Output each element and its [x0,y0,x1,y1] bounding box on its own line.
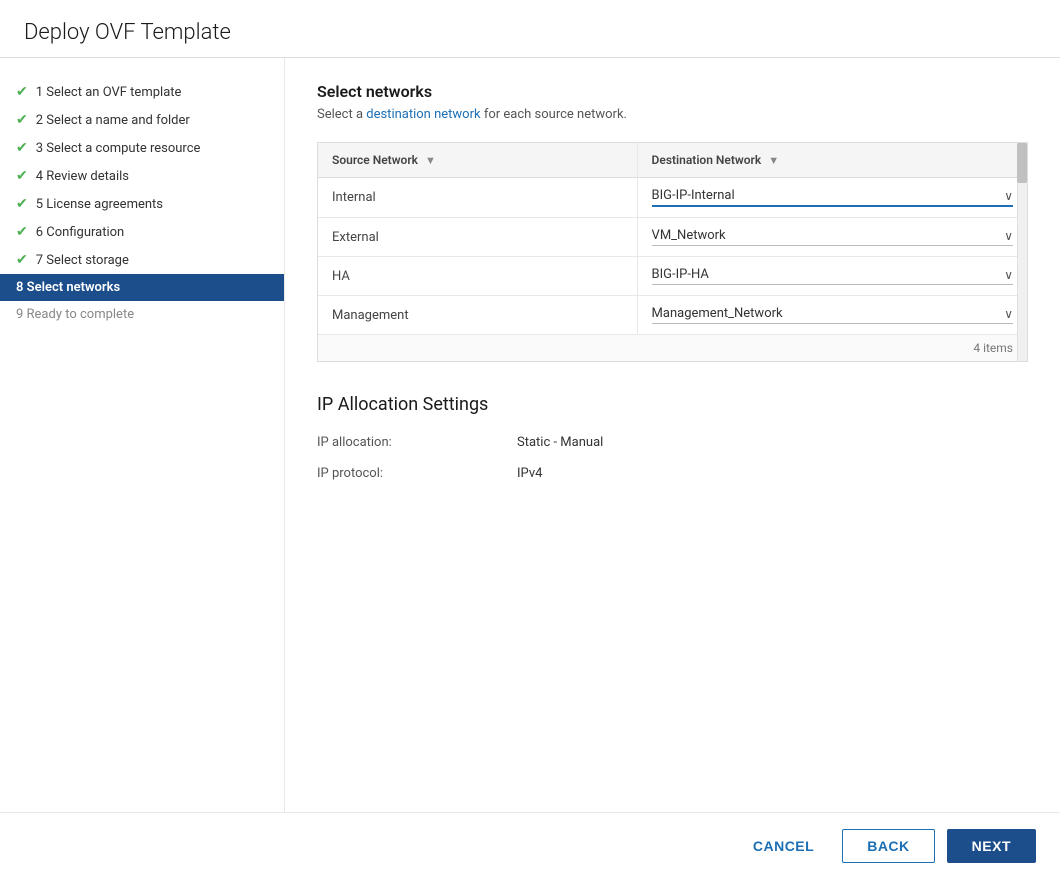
sidebar-item-step6[interactable]: ✔ 6 Configuration [0,218,284,246]
network-table-wrapper: Source Network ▼ Destination Network ▼ [317,142,1028,362]
dest-network-external[interactable]: VM_Network ∨ [637,218,1027,257]
deploy-ovf-dialog: Deploy OVF Template ✔ 1 Select an OVF te… [0,0,1060,879]
check-icon-step5: ✔ [16,196,28,212]
sidebar-label-step2: 2 Select a name and folder [36,113,190,128]
section-desc-post: for each source network. [481,107,627,122]
dest-value-external: VM_Network [652,228,999,243]
chevron-icon-internal: ∨ [1004,189,1013,203]
sidebar-item-step7[interactable]: ✔ 7 Select storage [0,246,284,274]
source-network-internal: Internal [318,178,637,218]
dest-value-management: Management_Network [652,306,999,321]
chevron-icon-ha: ∨ [1004,268,1013,282]
sidebar-item-step9[interactable]: 9 Ready to complete [0,301,284,328]
dialog-footer: CANCEL BACK NEXT [0,812,1060,879]
dest-select-internal[interactable]: BIG-IP-Internal ∨ [652,188,1013,207]
sidebar-item-step8[interactable]: 8 Select networks [0,274,284,301]
ip-protocol-row: IP protocol: IPv4 [317,466,1028,481]
col-header-dest: Destination Network ▼ [637,143,1027,178]
filter-icon-source[interactable]: ▼ [425,154,436,167]
section-desc-pre: Select a [317,107,366,122]
source-network-external: External [318,218,637,257]
dialog-body: ✔ 1 Select an OVF template ✔ 2 Select a … [0,58,1060,812]
sidebar-label-step1: 1 Select an OVF template [36,85,182,100]
check-icon-step4: ✔ [16,168,28,184]
back-button[interactable]: BACK [842,829,934,863]
sidebar-label-step7: 7 Select storage [36,253,129,268]
sidebar-item-step2[interactable]: ✔ 2 Select a name and folder [0,106,284,134]
check-icon-step6: ✔ [16,224,28,240]
dest-select-management[interactable]: Management_Network ∨ [652,306,1013,324]
dest-network-ha[interactable]: BIG-IP-HA ∨ [637,257,1027,296]
section-title: Select networks [317,82,1028,101]
check-icon-step7: ✔ [16,252,28,268]
ip-protocol-label: IP protocol: [317,466,517,481]
ip-allocation-row: IP allocation: Static - Manual [317,435,1028,450]
network-table-scroll[interactable]: Source Network ▼ Destination Network ▼ [318,143,1027,334]
ip-section-title: IP Allocation Settings [317,394,1028,415]
ip-allocation-label: IP allocation: [317,435,517,450]
table-row: External VM_Network ∨ [318,218,1027,257]
main-content: Select networks Select a destination net… [285,58,1060,812]
table-row: HA BIG-IP-HA ∨ [318,257,1027,296]
dialog-title: Deploy OVF Template [24,20,1036,45]
filter-icon-dest[interactable]: ▼ [768,154,779,167]
wizard-sidebar: ✔ 1 Select an OVF template ✔ 2 Select a … [0,58,285,812]
dest-value-internal: BIG-IP-Internal [652,188,999,203]
sidebar-item-step4[interactable]: ✔ 4 Review details [0,162,284,190]
sidebar-label-step3: 3 Select a compute resource [36,141,201,156]
sidebar-label-step6: 6 Configuration [36,225,125,240]
sidebar-item-step1[interactable]: ✔ 1 Select an OVF template [0,78,284,106]
sidebar-item-step5[interactable]: ✔ 5 License agreements [0,190,284,218]
source-network-management: Management [318,296,637,335]
dialog-header: Deploy OVF Template [0,0,1060,58]
table-row: Management Management_Network ∨ [318,296,1027,335]
table-footer: 4 items [318,334,1027,361]
check-icon-step1: ✔ [16,84,28,100]
sidebar-label-step5: 5 License agreements [36,197,163,212]
ip-allocation-value: Static - Manual [517,435,603,450]
sidebar-label-step9: 9 Ready to complete [16,307,134,322]
sidebar-label-step4: 4 Review details [36,169,129,184]
table-row: Internal BIG-IP-Internal ∨ [318,178,1027,218]
col-header-source: Source Network ▼ [318,143,637,178]
ip-protocol-value: IPv4 [517,466,542,481]
next-button[interactable]: NEXT [947,829,1036,863]
chevron-icon-management: ∨ [1004,307,1013,321]
dest-network-internal[interactable]: BIG-IP-Internal ∨ [637,178,1027,218]
scroll-track [1017,143,1027,361]
dest-network-management[interactable]: Management_Network ∨ [637,296,1027,335]
sidebar-item-step3[interactable]: ✔ 3 Select a compute resource [0,134,284,162]
chevron-icon-external: ∨ [1004,229,1013,243]
dest-select-external[interactable]: VM_Network ∨ [652,228,1013,246]
dest-select-ha[interactable]: BIG-IP-HA ∨ [652,267,1013,285]
section-desc-link[interactable]: destination network [366,107,480,122]
check-icon-step3: ✔ [16,140,28,156]
check-icon-step2: ✔ [16,112,28,128]
scroll-thumb [1017,143,1027,183]
section-desc: Select a destination network for each so… [317,107,1028,122]
sidebar-label-step8: 8 Select networks [16,280,120,295]
source-network-ha: HA [318,257,637,296]
cancel-button[interactable]: CANCEL [737,830,830,862]
table-header-row: Source Network ▼ Destination Network ▼ [318,143,1027,178]
network-table: Source Network ▼ Destination Network ▼ [318,143,1027,334]
dest-value-ha: BIG-IP-HA [652,267,999,282]
